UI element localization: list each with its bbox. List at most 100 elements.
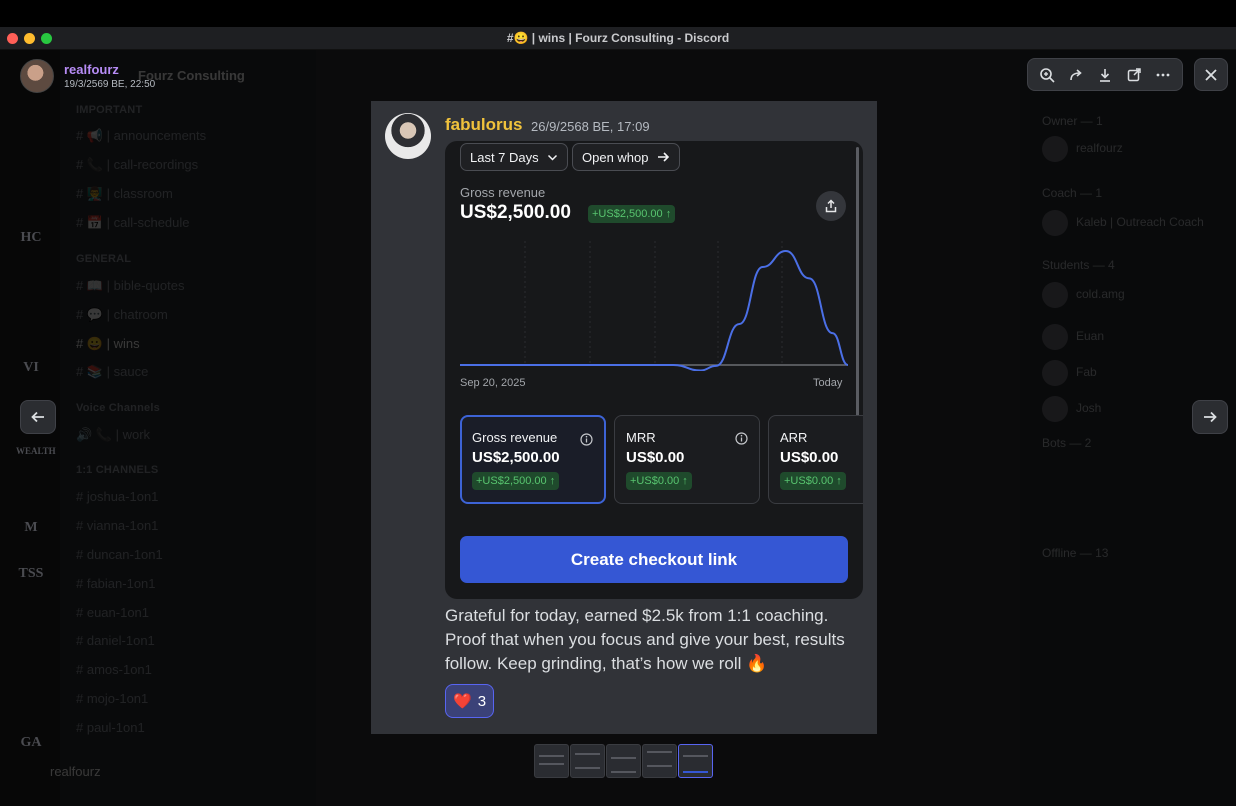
thumbnail-2[interactable]	[570, 744, 605, 778]
channel-category[interactable]: Voice Channels	[76, 402, 160, 414]
forward-icon[interactable]	[1063, 62, 1089, 88]
open-whop-button: Open whop	[572, 143, 680, 171]
metric-title: Gross revenue	[472, 430, 558, 445]
channel-item[interactable]: # joshua-1on1	[76, 489, 158, 504]
share-icon	[825, 199, 837, 213]
metric-delta: +US$0.00 ↑	[626, 472, 692, 490]
channel-item[interactable]: # vianna-1on1	[76, 518, 158, 533]
previous-image-button[interactable]	[20, 400, 56, 434]
server-icon[interactable]: TSS	[16, 566, 46, 582]
message-author-avatar	[385, 113, 431, 159]
media-toolbar	[1027, 58, 1183, 91]
open-whop-label: Open whop	[582, 149, 649, 165]
discord-app: IMPORTANT # 📢 | announcements # 📞 | call-r…	[0, 50, 1236, 806]
member-item[interactable]: Euan	[1042, 324, 1104, 350]
thumbnail-4[interactable]	[642, 744, 677, 778]
chevron-down-icon	[547, 154, 557, 161]
download-icon[interactable]	[1092, 62, 1118, 88]
channel-item[interactable]: # mojo-1on1	[76, 691, 148, 706]
channel-category[interactable]: GENERAL	[76, 253, 131, 265]
date-range-select: Last 7 Days	[460, 143, 568, 171]
server-icon[interactable]: VI	[16, 360, 46, 376]
arrow-left-icon	[31, 411, 44, 423]
server-icon[interactable]: HC	[16, 230, 46, 246]
channel-item[interactable]: # 📢 | announcements	[76, 128, 206, 144]
member-label: Offline — 13	[1042, 546, 1109, 560]
channel-item[interactable]: # 😀 | wins	[76, 336, 140, 352]
thumbnail-3[interactable]	[606, 744, 641, 778]
next-image-button[interactable]	[1192, 400, 1228, 434]
channel-category[interactable]: IMPORTANT	[76, 104, 142, 116]
channel-item[interactable]: # paul-1on1	[76, 720, 145, 735]
revenue-chart	[460, 241, 848, 371]
channel-item[interactable]: # amos-1on1	[76, 662, 152, 677]
channel-item[interactable]: # 📞 | call-recordings	[76, 157, 198, 173]
member-label: Euan	[1076, 329, 1105, 344]
metric-title: ARR	[780, 430, 808, 445]
channel-item[interactable]: # euan-1on1	[76, 605, 149, 620]
member-avatar	[1042, 360, 1068, 386]
member-group-header: Students — 4	[1042, 258, 1115, 272]
member-label: Bots — 2	[1042, 436, 1092, 450]
metric-card: Gross revenue US$2,500.00 +US$2,500.00 ↑	[460, 415, 606, 504]
server-icon[interactable]: M	[16, 520, 46, 536]
channel-item[interactable]: # daniel-1on1	[76, 633, 155, 648]
more-options-icon[interactable]	[1150, 62, 1176, 88]
zoom-window-button[interactable]	[41, 33, 52, 44]
thumbnail-1[interactable]	[534, 744, 569, 778]
channel-item[interactable]: # 💬 | chatroom	[76, 307, 168, 323]
channel-item[interactable]: # duncan-1on1	[76, 547, 163, 562]
member-item[interactable]: cold.amg	[1042, 282, 1125, 308]
channel-item[interactable]: # fabian-1on1	[76, 576, 156, 591]
channel-item[interactable]: 🔊 📞 | work	[76, 427, 150, 443]
message-timestamp: 26/9/2568 BE, 17:09	[531, 119, 650, 134]
gross-revenue-delta: +US$2,500.00 ↑	[588, 205, 676, 223]
member-label: Josh	[1076, 401, 1102, 416]
server-icon[interactable]: GA	[16, 735, 46, 751]
metric-delta: +US$0.00 ↑	[780, 472, 846, 490]
thumbnail-5-selected[interactable]	[678, 744, 713, 778]
metric-title: MRR	[626, 430, 656, 445]
metric-delta: +US$2,500.00 ↑	[472, 472, 560, 490]
member-avatar	[1042, 396, 1068, 422]
member-label: Fab	[1076, 365, 1097, 380]
close-icon	[1205, 68, 1217, 81]
member-label: realfourz	[1076, 141, 1123, 156]
open-external-icon[interactable]	[1121, 62, 1147, 88]
member-label: Owner — 1	[1042, 114, 1103, 128]
member-group-header: Bots — 2	[1042, 436, 1091, 450]
member-item[interactable]: Josh	[1042, 396, 1101, 422]
member-item[interactable]: Kaleb | Outreach Coach	[1042, 210, 1204, 236]
gross-revenue-value: US$2,500.00	[460, 202, 571, 223]
member-label: cold.amg	[1076, 287, 1125, 302]
member-avatar	[1042, 282, 1068, 308]
uploader-name[interactable]: realfourz	[64, 62, 155, 77]
uploader-avatar[interactable]	[20, 59, 54, 93]
close-window-button[interactable]	[7, 33, 18, 44]
member-avatar	[1042, 210, 1068, 236]
channel-item[interactable]: # 📚 | sauce	[76, 364, 148, 380]
chart-start-date: Sep 20, 2025	[460, 377, 526, 389]
channel-item[interactable]: # 📅 | call-schedule	[76, 215, 190, 231]
server-icon[interactable]: WEALTH	[16, 446, 56, 456]
minimize-window-button[interactable]	[24, 33, 35, 44]
member-item[interactable]: Fab	[1042, 360, 1097, 386]
thumbnail-strip	[534, 744, 713, 778]
arrow-right-icon	[657, 152, 669, 162]
zoom-in-icon[interactable]	[1034, 62, 1060, 88]
close-viewer-button[interactable]	[1194, 58, 1228, 91]
revenue-series-line	[460, 249, 848, 371]
message-image: fabulorus 26/9/2568 BE, 17:09 Last 7 Day…	[371, 101, 877, 734]
channel-item[interactable]: # 👨‍🏫 | classroom	[76, 186, 173, 202]
channel-category[interactable]: 1:1 CHANNELS	[76, 464, 158, 476]
message-text: Grateful for today, earned $2.5k from 1:…	[445, 606, 845, 673]
member-label: Kaleb | Outreach Coach	[1076, 215, 1204, 230]
member-item[interactable]: realfourz	[1042, 136, 1123, 162]
metric-value: US$0.00	[780, 449, 839, 466]
member-avatar	[1042, 136, 1068, 162]
chart-end-date: Today	[813, 377, 843, 389]
channel-item[interactable]: # 📖 | bible-quotes	[76, 278, 184, 294]
upload-date: 19/3/2569 BE, 22:50	[64, 79, 156, 90]
current-user-name: realfourz	[50, 764, 101, 779]
member-group-header: Offline — 13	[1042, 546, 1108, 560]
